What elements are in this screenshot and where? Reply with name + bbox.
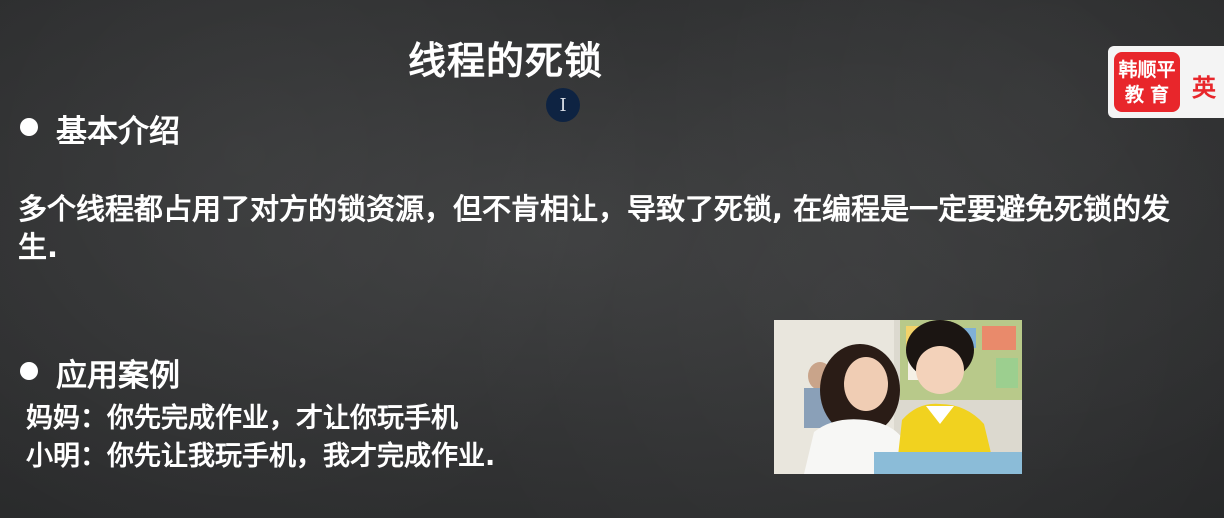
logo-line-2: 教育 (1124, 84, 1175, 106)
section-heading-intro: 基本介绍 (56, 114, 180, 150)
slide-title: 线程的死锁 (408, 39, 604, 83)
i-beam-icon: I (559, 94, 567, 116)
case-line-mom: 妈妈：你先完成作业，才让你玩手机 (26, 403, 458, 434)
text-cursor-indicator: I (546, 88, 580, 122)
mother-child-photo (774, 320, 1022, 474)
intro-paragraph: 多个线程都占用了对方的锁资源，但不肯相让，导致了死锁, 在编程是一定要避免死锁的… (18, 192, 1171, 264)
bullet-icon (20, 118, 38, 136)
logo-side-text: 英 (1192, 74, 1216, 102)
logo-line-1: 韩顺平 (1118, 59, 1176, 81)
brand-logo: 韩顺平 教育 英 (1108, 46, 1224, 118)
logo-badge: 韩顺平 教育 (1114, 52, 1180, 112)
case-line-xiaoming: 小明：你先让我玩手机，我才完成作业. (26, 441, 496, 472)
section-heading-case: 应用案例 (56, 358, 180, 394)
bullet-icon (20, 362, 38, 380)
